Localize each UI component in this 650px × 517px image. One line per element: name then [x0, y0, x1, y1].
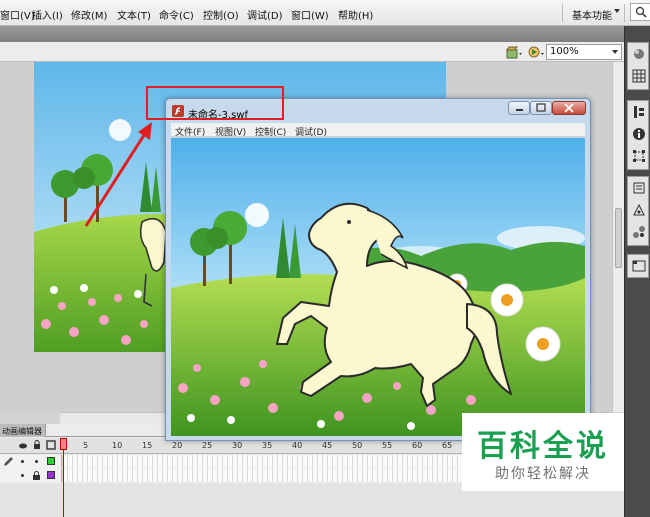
ruler-number: 10 [112, 441, 123, 450]
playhead-handle[interactable] [60, 438, 67, 450]
ruler-number: 15 [142, 441, 153, 450]
stage-toolbar: 100% [0, 42, 624, 62]
menu-window-partial[interactable]: 窗口(V) [0, 7, 35, 22]
ruler-number: 50 [352, 441, 363, 450]
chevron-down-icon[interactable] [614, 9, 620, 13]
maximize-icon [536, 103, 546, 112]
document-tab-strip [0, 26, 624, 42]
ruler-number: 35 [262, 441, 273, 450]
watermark-title: 百科全说 [477, 429, 609, 464]
chevron-down-icon[interactable] [612, 50, 618, 54]
lock-icon[interactable] [32, 471, 41, 480]
menu-window[interactable]: 窗口(W) [291, 7, 329, 22]
motion-presets-icon[interactable] [632, 203, 646, 217]
dock-group-color [627, 42, 649, 90]
zoom-value: 100% [550, 46, 579, 57]
vertical-scrollbar[interactable] [612, 62, 624, 412]
menu-insert[interactable]: 插入(I) [32, 7, 63, 22]
menu-commands[interactable]: 命令(C) [159, 7, 194, 22]
project-icon[interactable] [632, 259, 646, 273]
scrollbar-thumb[interactable] [615, 208, 622, 268]
right-panel-dock [624, 26, 650, 517]
eye-icon[interactable] [18, 441, 28, 451]
visibility-dot[interactable] [21, 460, 24, 463]
transform-icon[interactable] [632, 149, 646, 163]
lock-icon[interactable] [32, 440, 42, 450]
layer-controls [0, 455, 62, 468]
search-input[interactable] [630, 3, 650, 21]
close-button[interactable] [552, 101, 586, 115]
layer-color-swatch[interactable] [47, 471, 55, 479]
library-icon[interactable] [632, 181, 646, 195]
edit-symbols-icon[interactable] [505, 44, 523, 60]
outline-icon[interactable] [46, 440, 56, 450]
ruler-number: 25 [202, 441, 213, 450]
menu-control[interactable]: 控制(O) [203, 7, 239, 22]
maximize-button[interactable] [530, 101, 552, 115]
ruler-number: 55 [382, 441, 393, 450]
player-menu-view[interactable]: 视图(V) [215, 125, 246, 138]
minimize-icon [516, 109, 523, 111]
ruler-number: 65 [442, 441, 453, 450]
layer-controls [0, 469, 62, 482]
lock-dot[interactable] [35, 460, 38, 463]
components-icon[interactable] [632, 225, 646, 239]
close-icon [564, 103, 574, 113]
swf-content[interactable] [171, 138, 585, 436]
menu-modify[interactable]: 修改(M) [71, 7, 107, 22]
menu-separator [624, 4, 625, 22]
swf-animation-frame [171, 138, 585, 436]
swatches-icon[interactable] [632, 69, 646, 83]
playhead-line [63, 450, 64, 517]
dock-group-properties [627, 100, 649, 170]
menu-help[interactable]: 帮助(H) [338, 7, 373, 22]
dock-group-library [627, 176, 649, 246]
tab-motion-editor[interactable]: 动画编辑器 [0, 424, 46, 437]
edit-scene-icon[interactable] [527, 44, 545, 60]
dock-group-project [627, 254, 649, 278]
player-menu-debug[interactable]: 调试(D) [295, 125, 327, 138]
swf-player-window[interactable]: 未命名-3.swf 文件(F) 视图(V) 控制(C) 调试(D) [165, 98, 591, 441]
visibility-dot[interactable] [21, 474, 24, 477]
workspace-switcher[interactable]: 基本功能 [572, 7, 612, 22]
ruler-number: 40 [292, 441, 303, 450]
minimize-button[interactable] [508, 101, 530, 115]
watermark-logo: 百科全说 助你轻松解决 [462, 413, 624, 491]
menu-debug[interactable]: 调试(D) [247, 7, 283, 22]
zoom-dropdown[interactable]: 100% [546, 44, 622, 60]
pencil-icon [4, 457, 13, 466]
color-icon[interactable] [632, 47, 646, 61]
menu-separator [562, 4, 563, 22]
info-icon[interactable] [632, 127, 646, 141]
ruler-number: 30 [232, 441, 243, 450]
annotation-arrow-icon [84, 122, 152, 227]
ruler-number: 5 [83, 441, 89, 450]
player-menu-control[interactable]: 控制(C) [255, 125, 286, 138]
player-menu-file[interactable]: 文件(F) [175, 125, 205, 138]
align-icon[interactable] [632, 105, 646, 119]
layer-color-swatch[interactable] [47, 457, 55, 465]
player-menu-bar: 文件(F) 视图(V) 控制(C) 调试(D) [171, 123, 585, 138]
watermark-subtitle: 助你轻松解决 [495, 466, 591, 482]
menu-text[interactable]: 文本(T) [117, 7, 151, 22]
playhead[interactable] [60, 438, 67, 517]
ruler-number: 60 [412, 441, 423, 450]
ruler-number: 45 [322, 441, 333, 450]
ruler-number: 20 [172, 441, 183, 450]
menu-bar: 窗口(V) 插入(I) 修改(M) 文本(T) 命令(C) 控制(O) 调试(D… [0, 0, 650, 26]
search-icon [635, 6, 647, 18]
annotation-highlight-box [146, 86, 284, 120]
